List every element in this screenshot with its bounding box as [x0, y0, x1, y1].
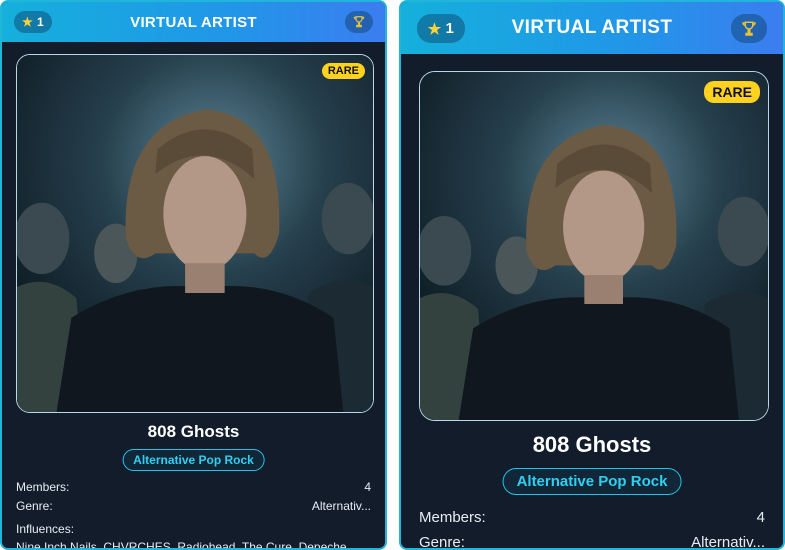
- trophy-button[interactable]: [345, 11, 373, 33]
- members-row: Members: 4: [419, 509, 765, 526]
- members-label: Members:: [16, 480, 70, 494]
- members-value: 4: [364, 480, 371, 494]
- members-label: Members:: [419, 509, 486, 526]
- genre-label: Genre:: [419, 534, 465, 550]
- artist-card-right[interactable]: ★ 1 VIRTUAL ARTIST RARE 808 Ghosts Alter…: [399, 0, 785, 550]
- band-photo-illustration: [17, 55, 373, 412]
- star-icon: ★: [21, 15, 34, 29]
- genre-value: Alternativ...: [691, 534, 765, 550]
- card-title: VIRTUAL ARTIST: [511, 17, 673, 38]
- level-badge[interactable]: ★ 1: [417, 14, 465, 43]
- trophy-icon: [742, 21, 756, 36]
- genre-tag[interactable]: Alternative Pop Rock: [502, 468, 682, 495]
- members-row: Members: 4: [16, 480, 371, 494]
- genre-value: Alternativ...: [311, 499, 371, 513]
- artist-photo: RARE: [16, 54, 374, 413]
- rarity-badge: RARE: [321, 63, 365, 79]
- band-photo-illustration: [420, 72, 768, 420]
- genre-tag[interactable]: Alternative Pop Rock: [122, 449, 265, 471]
- artist-photo: RARE: [419, 71, 769, 421]
- star-icon: ★: [427, 20, 442, 38]
- card-header: ★ 1 VIRTUAL ARTIST: [2, 2, 385, 42]
- trophy-button[interactable]: [731, 14, 767, 43]
- artist-name: 808 Ghosts: [532, 432, 652, 457]
- influences-label: Influences:: [16, 522, 75, 536]
- level-value: 1: [445, 20, 455, 37]
- rarity-badge: RARE: [704, 81, 760, 103]
- trophy-icon: [353, 16, 365, 28]
- members-value: 4: [756, 509, 765, 526]
- artist-name: 808 Ghosts: [147, 422, 240, 441]
- card-title: VIRTUAL ARTIST: [130, 13, 257, 31]
- influences-value: Nine Inch Nails, CHVRCHES, Radiohead, Th…: [16, 540, 347, 550]
- card-header: ★ 1 VIRTUAL ARTIST: [401, 2, 783, 54]
- level-value: 1: [37, 15, 45, 29]
- genre-row: Genre: Alternativ...: [16, 499, 371, 513]
- genre-label: Genre:: [16, 499, 53, 513]
- level-badge[interactable]: ★ 1: [14, 11, 52, 33]
- genre-row: Genre: Alternativ...: [419, 534, 765, 550]
- artist-card-left[interactable]: ★ 1 VIRTUAL ARTIST RARE 808 Ghosts Alter…: [0, 0, 387, 550]
